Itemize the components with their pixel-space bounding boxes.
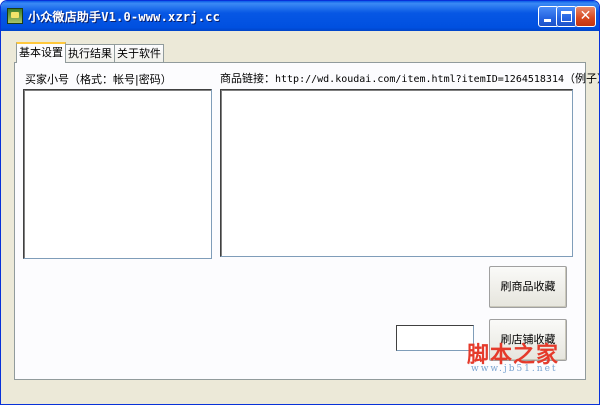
close-icon: ✕ [579,8,592,24]
watermark: 脚本之家 www.jb51.net [467,337,577,377]
count-input[interactable] [396,325,474,351]
tab-about-software[interactable]: 关于软件 [114,44,164,62]
product-links-textarea[interactable] [220,89,573,257]
product-link-example-url: http://wd.koudai.com/item.html?itemID=12… [275,74,564,85]
watermark-url: www.jb51.net [471,364,558,374]
maximize-icon [561,11,572,22]
window-title: 小众微店助手V1.0-www.xzrj.cc [28,10,220,24]
favorite-product-button[interactable]: 刷商品收藏 [489,266,567,308]
minimize-icon [544,19,551,22]
app-icon [7,8,23,24]
app-window: 小众微店助手V1.0-www.xzrj.cc ✕ 基本设置 执行结果 关于软件 … [0,0,600,405]
accounts-label: 买家小号（格式：帐号|密码） [25,73,172,86]
product-link-example-suffix: （例子） [563,72,599,85]
title-bar[interactable]: 小众微店助手V1.0-www.xzrj.cc ✕ [1,1,599,31]
close-button[interactable]: ✕ [575,6,596,27]
product-link-label: 商品链接：http://wd.koudai.com/item.html?item… [220,70,599,86]
product-link-label-prefix: 商品链接： [220,72,275,85]
tab-execution-results[interactable]: 执行结果 [65,44,115,62]
maximize-button[interactable] [556,6,577,27]
tab-basic-settings[interactable]: 基本设置 [16,42,66,63]
accounts-textarea[interactable] [23,89,212,259]
